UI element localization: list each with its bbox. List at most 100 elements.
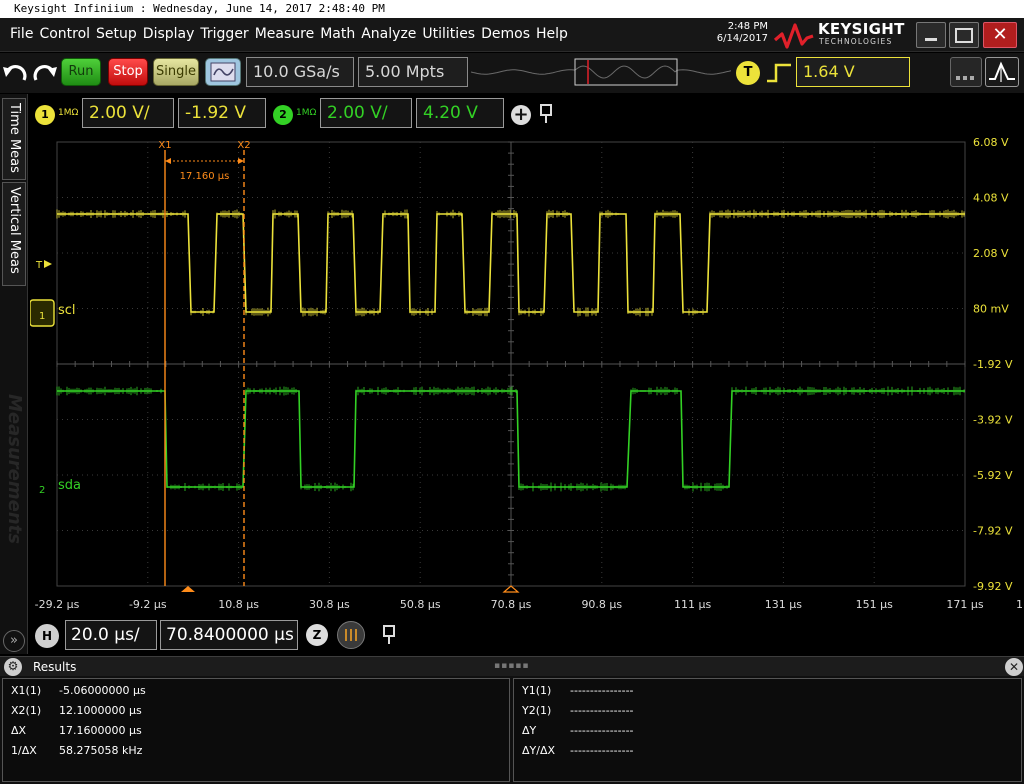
waveform-svg: X1 X2 17.160 µs 6.08 V 4.08 V 2.08 V 80 mV -1.… [30,136,1023,611]
clock-time: 2:48 PM [727,21,768,32]
clock: 2:48 PM 6/14/2017 [704,21,768,45]
results-close-icon[interactable]: ✕ [1005,658,1023,676]
horizontal-scale[interactable]: 20.0 µs/ [65,620,157,650]
restore-button[interactable] [949,22,979,48]
tab-time-label: Time Meas [7,103,22,173]
y-tick-label: -3.92 V [973,414,1013,427]
channel-1-impedance: 1MΩ [58,108,79,118]
time-cursors[interactable]: X1 X2 17.160 µs [158,140,520,593]
horizontal-badge[interactable]: H [35,624,59,648]
delay-knob-button[interactable] [337,621,365,649]
menu-setup[interactable]: Setup [96,25,137,43]
channel-2-badge[interactable]: 2 [273,105,293,125]
channel-1-offset[interactable]: -1.92 V [178,98,266,128]
waveform-preview[interactable] [470,57,732,87]
horizontal-pin-icon[interactable] [382,625,396,645]
result-value: -5.06000000 µs [59,684,146,697]
x-overflow-label: 1 [1016,598,1023,611]
y-tick-label: -9.92 V [973,580,1013,593]
tab-vertical-meas[interactable]: Vertical Meas [2,182,26,286]
single-button[interactable]: Single [153,58,199,86]
default-setup-button[interactable] [205,58,241,86]
clock-date: 6/14/2017 [716,33,768,44]
channel-2-ground-label[interactable]: 2 [39,485,45,496]
zoom-button[interactable]: Z [306,624,328,646]
menu-trigger[interactable]: Trigger [200,25,248,43]
toolbar-option-button[interactable] [950,57,982,87]
minimize-icon [925,38,937,41]
menu-demos[interactable]: Demos [481,25,530,43]
x-tick-label: 90.8 µs [581,598,622,611]
result-label: Y1(1) [522,684,552,697]
cursor-delta-arrow-right [238,158,244,164]
marker-y-results: Y1(1) ---------------- Y2(1) -------------… [513,678,1022,782]
undo-redo-icons[interactable] [2,54,58,92]
menu-help[interactable]: Help [536,25,568,43]
tab-time-meas[interactable]: Time Meas [2,98,26,180]
result-label: X2(1) [11,704,42,717]
resize-grip[interactable]: ▪▪▪▪▪ [494,661,530,671]
result-label: Y2(1) [522,704,552,717]
x-axis-labels: -29.2 µs -9.2 µs 10.8 µs 30.8 µs 50.8 µs 70.8… [35,598,1023,611]
cursor-position-marker[interactable] [181,586,195,592]
menu-analyze[interactable]: Analyze [361,25,416,43]
channel-1-scale[interactable]: 2.00 V/ [82,98,174,128]
x-tick-label: -29.2 µs [35,598,80,611]
measurements-watermark: Measurements [4,394,25,544]
trigger-level-arrow [44,260,52,268]
result-label: ΔX [11,724,27,737]
trigger-level-marker[interactable]: T [35,260,43,271]
result-value: ---------------- [570,744,634,757]
sample-rate-readout[interactable]: 10.0 GSa/s [246,57,354,87]
keysight-logo: KEYSIGHT TECHNOLOGIES [774,20,914,50]
minimize-button[interactable] [916,22,946,48]
menu-display[interactable]: Display [143,25,195,43]
waveform-display[interactable]: X1 X2 17.160 µs 6.08 V 4.08 V 2.08 V 80 mV -1.… [30,134,1024,616]
channel-2-label: sda [58,478,81,493]
trigger-level-readout[interactable]: 1.64 V [796,57,910,87]
add-channel-button[interactable]: + [511,105,531,125]
results-title: Results [33,660,77,674]
logo-wave-icon [774,23,814,49]
channel-2-impedance: 1MΩ [296,108,317,118]
x-tick-label: 30.8 µs [309,598,350,611]
dots-icon [956,76,974,80]
edge-trigger-button[interactable] [985,57,1019,87]
y-tick-label: 6.08 V [973,136,1009,149]
menu-math[interactable]: Math [320,25,355,43]
x-tick-label: 10.8 µs [218,598,259,611]
collapse-panel-button[interactable]: » [3,630,25,652]
result-value: ---------------- [570,684,634,697]
channel-1-label: scl [58,303,76,318]
menu-utilities[interactable]: Utilities [422,25,475,43]
x-tick-label: 50.8 µs [400,598,441,611]
y-tick-label: -5.92 V [973,469,1013,482]
menu: File Control Setup Display Trigger Measu… [10,25,574,43]
channel-2-scale[interactable]: 2.00 V/ [320,98,412,128]
channel-1-ground-label: 1 [39,311,45,322]
menu-measure[interactable]: Measure [255,25,315,43]
y-tick-label: 4.08 V [973,192,1009,205]
trigger-badge[interactable]: T [736,61,760,85]
channel-markers[interactable]: T 1 scl 2 sda [30,260,81,496]
channel-1-badge[interactable]: 1 [35,105,55,125]
edge-trigger-icon [989,61,1015,82]
trigger-position-marker[interactable] [502,585,520,593]
horizontal-position[interactable]: 70.8400000 µs [160,620,298,650]
oscilloscope-app: Keysight Infiniium : Wednesday, June 14,… [0,0,1024,784]
run-button[interactable]: Run [61,58,101,86]
restore-icon [955,28,973,43]
x-tick-label: -9.2 µs [129,598,167,611]
pin-icon[interactable] [539,104,553,124]
menu-file[interactable]: File [10,25,33,43]
window-title: Keysight Infiniium : Wednesday, June 14,… [0,0,1024,18]
rising-edge-icon[interactable] [765,61,793,85]
memory-depth-readout[interactable]: 5.00 Mpts [358,57,468,87]
marker-x-results: X1(1) -5.06000000 µs X2(1) 12.1000000 µs Δ… [2,678,510,782]
gear-icon[interactable]: ⚙ [4,658,22,676]
close-button[interactable]: ✕ [983,22,1017,48]
menu-control[interactable]: Control [39,25,90,43]
waveform-preview-strip [470,58,732,86]
channel-2-offset[interactable]: 4.20 V [416,98,504,128]
stop-button[interactable]: Stop [108,58,148,86]
